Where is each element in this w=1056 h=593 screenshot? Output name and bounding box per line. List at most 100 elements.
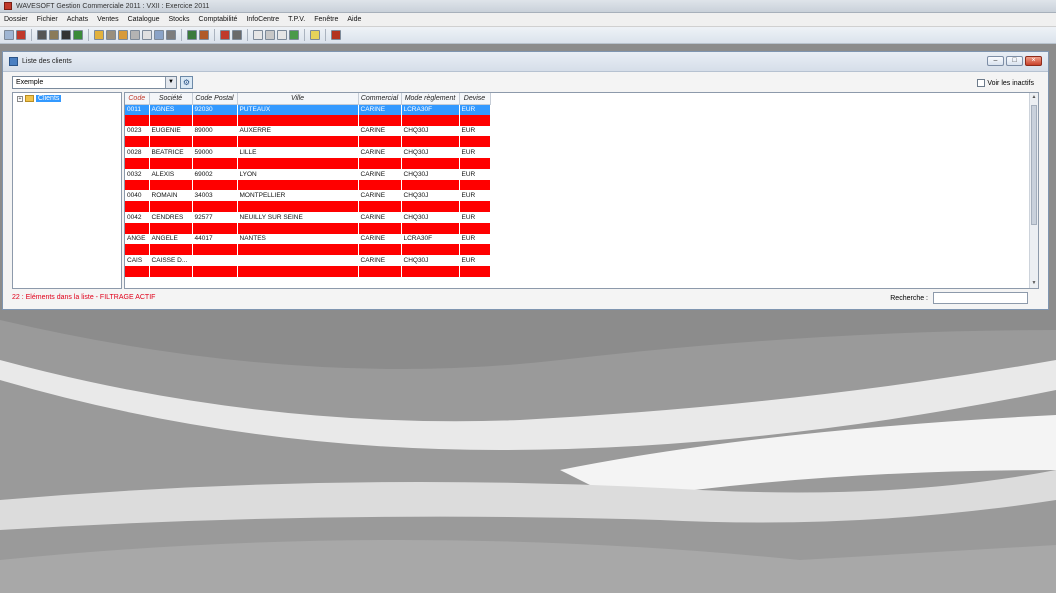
show-inactive-checkbox[interactable] xyxy=(977,79,986,87)
document-icon[interactable] xyxy=(118,30,128,40)
menu-fenetre[interactable]: Fenêtre xyxy=(314,16,344,23)
menu-achats[interactable]: Achats xyxy=(67,16,94,23)
column-header-devise[interactable]: Devise xyxy=(459,93,491,105)
tree-node-clients[interactable]: + Clients xyxy=(17,95,117,102)
column-header-commercial[interactable]: Commercial xyxy=(358,93,402,105)
refresh-icon[interactable] xyxy=(73,30,83,40)
show-inactive-label: Voir les inactifs xyxy=(987,79,1034,87)
cell-ville xyxy=(237,244,359,256)
exit-icon[interactable] xyxy=(331,30,341,40)
open-icon[interactable] xyxy=(4,30,14,40)
cell-commercial xyxy=(358,222,402,234)
scroll-down-icon[interactable]: ▼ xyxy=(1030,279,1038,288)
text-edit-icon[interactable] xyxy=(277,30,287,40)
book-icon[interactable] xyxy=(49,30,59,40)
cell-devise: EUR xyxy=(459,233,491,245)
table-row[interactable]: 0042 CENDRES 92577 NEUILLY SUR SEINE CARINE C… xyxy=(125,211,491,223)
menu-aide[interactable]: Aide xyxy=(347,16,367,23)
maximize-button[interactable]: □ xyxy=(1006,56,1023,66)
cell-mode-reglement xyxy=(401,244,460,256)
cell-commercial: CARINE xyxy=(358,190,402,202)
table-row[interactable]: 0028 BEATRICE 59000 LILLE CARINE CHQ30J EUR xyxy=(125,147,491,158)
arrow-icon[interactable] xyxy=(154,30,164,40)
cell-devise xyxy=(459,222,491,234)
cell-code-postal xyxy=(192,265,238,277)
table-row[interactable]: ANGE ANGELE 44017 NANTES CARINE LCRA30F EUR xyxy=(125,233,491,245)
table-row[interactable] xyxy=(125,114,491,126)
folder-icon xyxy=(25,95,34,102)
flag-icon[interactable] xyxy=(61,30,71,40)
minimize-button[interactable]: – xyxy=(987,56,1004,66)
menu-catalogue[interactable]: Catalogue xyxy=(128,16,166,23)
app-logo-icon xyxy=(4,2,12,10)
menu-ventes[interactable]: Ventes xyxy=(97,16,124,23)
cell-code xyxy=(125,114,150,126)
cell-devise: EUR xyxy=(459,255,491,266)
close-button[interactable]: × xyxy=(1025,56,1042,66)
table-row[interactable] xyxy=(125,265,491,277)
filter-settings-button[interactable]: ⚙ xyxy=(180,76,193,89)
table-row[interactable]: 0032 ALEXIS 69002 LYON CARINE CHQ30J EUR xyxy=(125,168,491,180)
close-icon[interactable] xyxy=(16,30,26,40)
cell-code xyxy=(125,179,150,191)
filter-select[interactable]: Exemple ▼ xyxy=(12,76,177,89)
zoom-icon[interactable] xyxy=(265,30,275,40)
menu-fichier[interactable]: Fichier xyxy=(37,16,64,23)
cell-code-postal xyxy=(192,179,238,191)
menu-comptabilite[interactable]: Comptabilité xyxy=(199,16,244,23)
cell-mode-reglement: CHQ30J xyxy=(401,211,460,223)
column-header-code[interactable]: Code xyxy=(125,93,150,105)
menu-tpv[interactable]: T.P.V. xyxy=(288,16,311,23)
cell-code: 0040 xyxy=(125,190,150,202)
table-row[interactable]: CAIS CAISSE D... CARINE CHQ30J EUR xyxy=(125,255,491,266)
cell-mode-reglement: CHQ30J xyxy=(401,190,460,202)
table-row[interactable]: 0040 ROMAIN 34003 MONTPELLIER CARINE CHQ30J EU… xyxy=(125,190,491,202)
client-table: Code Société Code Postal Ville Commercia… xyxy=(125,93,491,277)
table-row[interactable] xyxy=(125,179,491,191)
user-icon[interactable] xyxy=(199,30,209,40)
tree-node-label[interactable]: Clients xyxy=(36,95,62,102)
table-row[interactable] xyxy=(125,157,491,169)
filter-row: Exemple ▼ ⚙ xyxy=(12,76,193,89)
cell-mode-reglement xyxy=(401,114,460,126)
table-row[interactable] xyxy=(125,201,491,212)
chart-icon[interactable] xyxy=(289,30,299,40)
column-header-ville[interactable]: Ville xyxy=(237,93,359,105)
scrollbar-thumb[interactable] xyxy=(1031,105,1037,225)
table-row[interactable]: 0023 EUGENIE 89000 AUXERRE CARINE CHQ30J EUR xyxy=(125,125,491,137)
menu-dossier[interactable]: Dossier xyxy=(4,16,34,23)
expand-icon[interactable]: + xyxy=(17,95,23,102)
menu-stocks[interactable]: Stocks xyxy=(169,16,196,23)
column-header-societe[interactable]: Société xyxy=(149,93,193,105)
gift-icon[interactable] xyxy=(94,30,104,40)
search-input[interactable] xyxy=(933,292,1028,304)
chevron-down-icon[interactable]: ▼ xyxy=(165,77,176,88)
column-header-code-postal[interactable]: Code Postal xyxy=(192,93,238,105)
cell-code-postal xyxy=(192,157,238,169)
cell-societe: EUGENIE xyxy=(149,125,193,137)
truck-icon[interactable] xyxy=(130,30,140,40)
window-controls: – □ × xyxy=(987,56,1042,66)
table-row[interactable] xyxy=(125,244,491,256)
lightbulb-icon[interactable] xyxy=(310,30,320,40)
list-icon[interactable] xyxy=(106,30,116,40)
binoculars-icon[interactable] xyxy=(37,30,47,40)
printer-icon[interactable] xyxy=(232,30,242,40)
table-row[interactable]: 0011 AGNES 92030 PUTEAUX CARINE LCRA30F EUR xyxy=(125,104,491,115)
menu-infocentre[interactable]: InfoCentre xyxy=(246,16,285,23)
card-icon[interactable] xyxy=(166,30,176,40)
vertical-scrollbar[interactable]: ▲ ▼ xyxy=(1029,93,1038,288)
cell-mode-reglement xyxy=(401,222,460,234)
page-icon[interactable] xyxy=(142,30,152,40)
cell-code: CAIS xyxy=(125,255,150,266)
text-icon[interactable] xyxy=(253,30,263,40)
table-row[interactable] xyxy=(125,136,491,148)
globe-icon[interactable] xyxy=(187,30,197,40)
client-grid: Code Société Code Postal Ville Commercia… xyxy=(124,92,1039,289)
show-inactive-toggle[interactable]: Voir les inactifs xyxy=(977,79,1034,87)
cell-devise xyxy=(459,201,491,212)
column-header-mode-reglement[interactable]: Mode règlement xyxy=(401,93,460,105)
table-row[interactable] xyxy=(125,222,491,234)
scroll-up-icon[interactable]: ▲ xyxy=(1030,93,1038,102)
register-icon[interactable] xyxy=(220,30,230,40)
